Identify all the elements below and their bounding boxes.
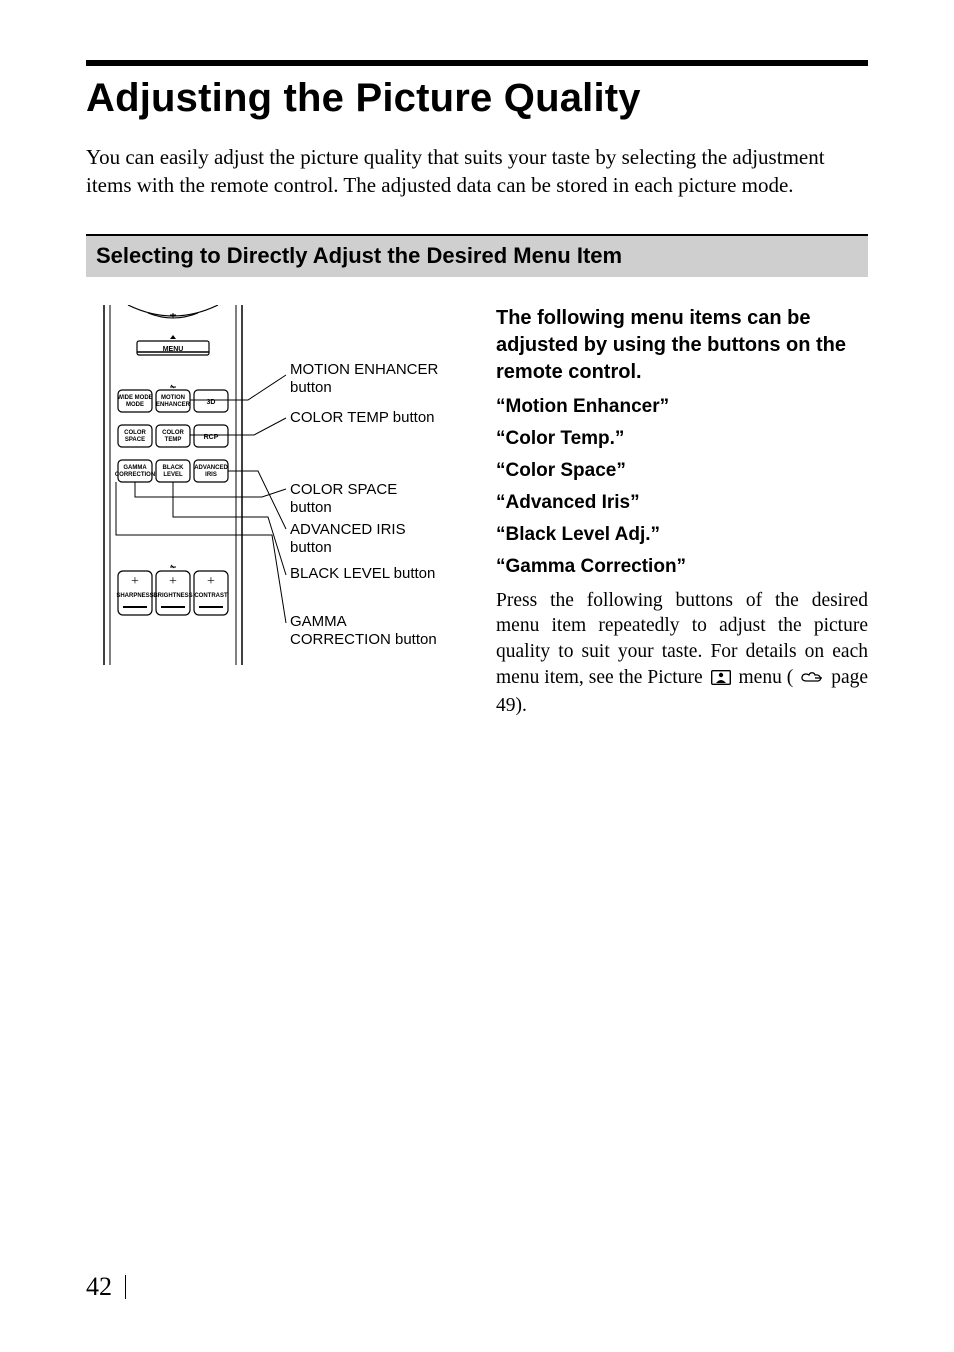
page-number-divider xyxy=(125,1275,126,1299)
remote-diagram: MENU WIDE MODE MODE MOTION ENHANCER xyxy=(86,305,466,675)
para-mid: menu ( xyxy=(739,667,794,688)
pointer-icon xyxy=(801,667,823,693)
callout-advanced-iris: ADVANCED IRIS button xyxy=(290,521,450,557)
menu-item-black-level: “Black Level Adj.” xyxy=(496,524,868,546)
callout-black-level: BLACK LEVEL button xyxy=(290,565,440,583)
page-number: 42 xyxy=(86,1272,126,1302)
intro-paragraph: You can easily adjust the picture qualit… xyxy=(86,143,868,200)
top-rule xyxy=(86,60,868,66)
menu-item-color-temp: “Color Temp.” xyxy=(496,428,868,450)
callout-motion-enhancer: MOTION ENHANCER button xyxy=(290,361,450,397)
menu-item-motion-enhancer: “Motion Enhancer” xyxy=(496,396,868,418)
callout-color-space: COLOR SPACE button xyxy=(290,481,440,517)
right-paragraph: Press the following buttons of the desir… xyxy=(496,588,868,719)
menu-item-advanced-iris: “Advanced Iris” xyxy=(496,492,868,514)
menu-item-gamma-correction: “Gamma Correction” xyxy=(496,556,868,578)
subsection-heading: Selecting to Directly Adjust the Desired… xyxy=(86,234,868,277)
picture-menu-icon xyxy=(711,667,731,693)
callout-gamma: GAMMA CORRECTION button xyxy=(290,613,440,649)
callout-color-temp: COLOR TEMP button xyxy=(290,409,440,427)
menu-item-color-space: “Color Space” xyxy=(496,460,868,482)
right-lead: The following menu items can be adjusted… xyxy=(496,305,868,386)
page-title: Adjusting the Picture Quality xyxy=(86,76,868,121)
